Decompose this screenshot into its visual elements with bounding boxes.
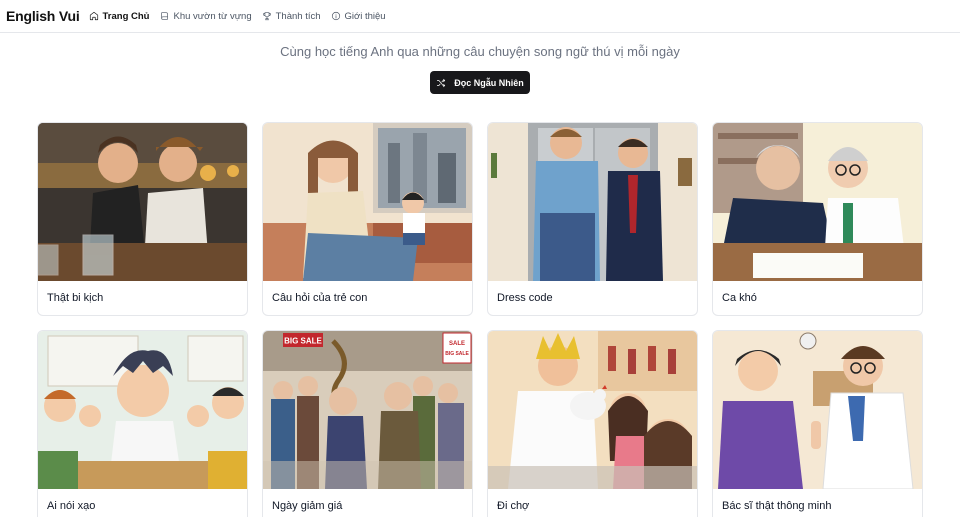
story-card[interactable]: Thật bi kịch: [37, 122, 248, 316]
nav-item-label: Khu vườn từ vựng: [173, 10, 252, 22]
story-title: Ca khó: [722, 292, 757, 304]
story-thumbnail: [713, 123, 922, 281]
story-thumbnail: [488, 123, 697, 281]
story-thumbnail: [38, 123, 247, 281]
story-title: Ai nói xạo: [47, 500, 96, 512]
story-title: Dress code: [497, 292, 553, 304]
story-card[interactable]: Ai nói xạo: [37, 330, 248, 517]
story-title: Ngày giảm giá: [272, 500, 343, 512]
sale-sign-text: BIG SALE: [445, 351, 469, 357]
story-thumbnail: [38, 331, 247, 489]
story-thumbnail: BIG SALE SALE BIG SALE: [263, 331, 472, 489]
shuffle-icon: [437, 78, 446, 87]
random-read-button[interactable]: Đọc Ngẫu Nhiên: [430, 71, 530, 94]
nav-item-label: Thành tích: [275, 10, 321, 22]
story-thumbnail: [488, 331, 697, 489]
story-title: Đi chợ: [497, 500, 530, 512]
story-card[interactable]: Đi chợ: [487, 330, 698, 517]
story-card[interactable]: Dress code: [487, 122, 698, 316]
story-thumbnail: [713, 331, 922, 489]
story-card[interactable]: Câu hỏi của trẻ con: [262, 122, 473, 316]
nav-item-vocabulary-garden[interactable]: Khu vườn từ vựng: [160, 11, 252, 22]
nav-item-achievements[interactable]: Thành tích: [262, 11, 321, 22]
page-subtitle: Cùng học tiếng Anh qua những câu chuyện …: [280, 44, 680, 59]
sale-sign: [442, 332, 472, 364]
story-thumbnail: [263, 123, 472, 281]
sale-sign-text: BIG SALE: [284, 337, 322, 346]
trophy-icon: [262, 12, 271, 21]
story-title: Thật bi kịch: [47, 292, 104, 304]
top-navbar: English Vui Trang Chủ Khu vườn từ vựng T…: [0, 0, 960, 33]
story-card[interactable]: Ca khó: [712, 122, 923, 316]
nav-item-label: Giới thiệu: [344, 10, 386, 22]
info-icon: [331, 11, 340, 21]
story-card[interactable]: Bác sĩ thật thông minh: [712, 330, 923, 517]
sale-sign-text: SALE: [449, 341, 465, 347]
story-card[interactable]: BIG SALE SALE BIG SALE Ngày giảm giá: [262, 330, 473, 517]
nav-item-home[interactable]: Trang Chủ: [89, 11, 150, 22]
random-read-label: Đọc Ngẫu Nhiên: [454, 77, 524, 88]
brand-logo[interactable]: English Vui: [6, 8, 80, 24]
nav-item-about[interactable]: Giới thiệu: [331, 11, 386, 22]
story-title: Bác sĩ thật thông minh: [722, 500, 832, 512]
story-title: Câu hỏi của trẻ con: [272, 292, 368, 304]
home-icon: [89, 11, 98, 21]
book-icon: [160, 12, 168, 20]
nav-item-label: Trang Chủ: [102, 10, 150, 22]
